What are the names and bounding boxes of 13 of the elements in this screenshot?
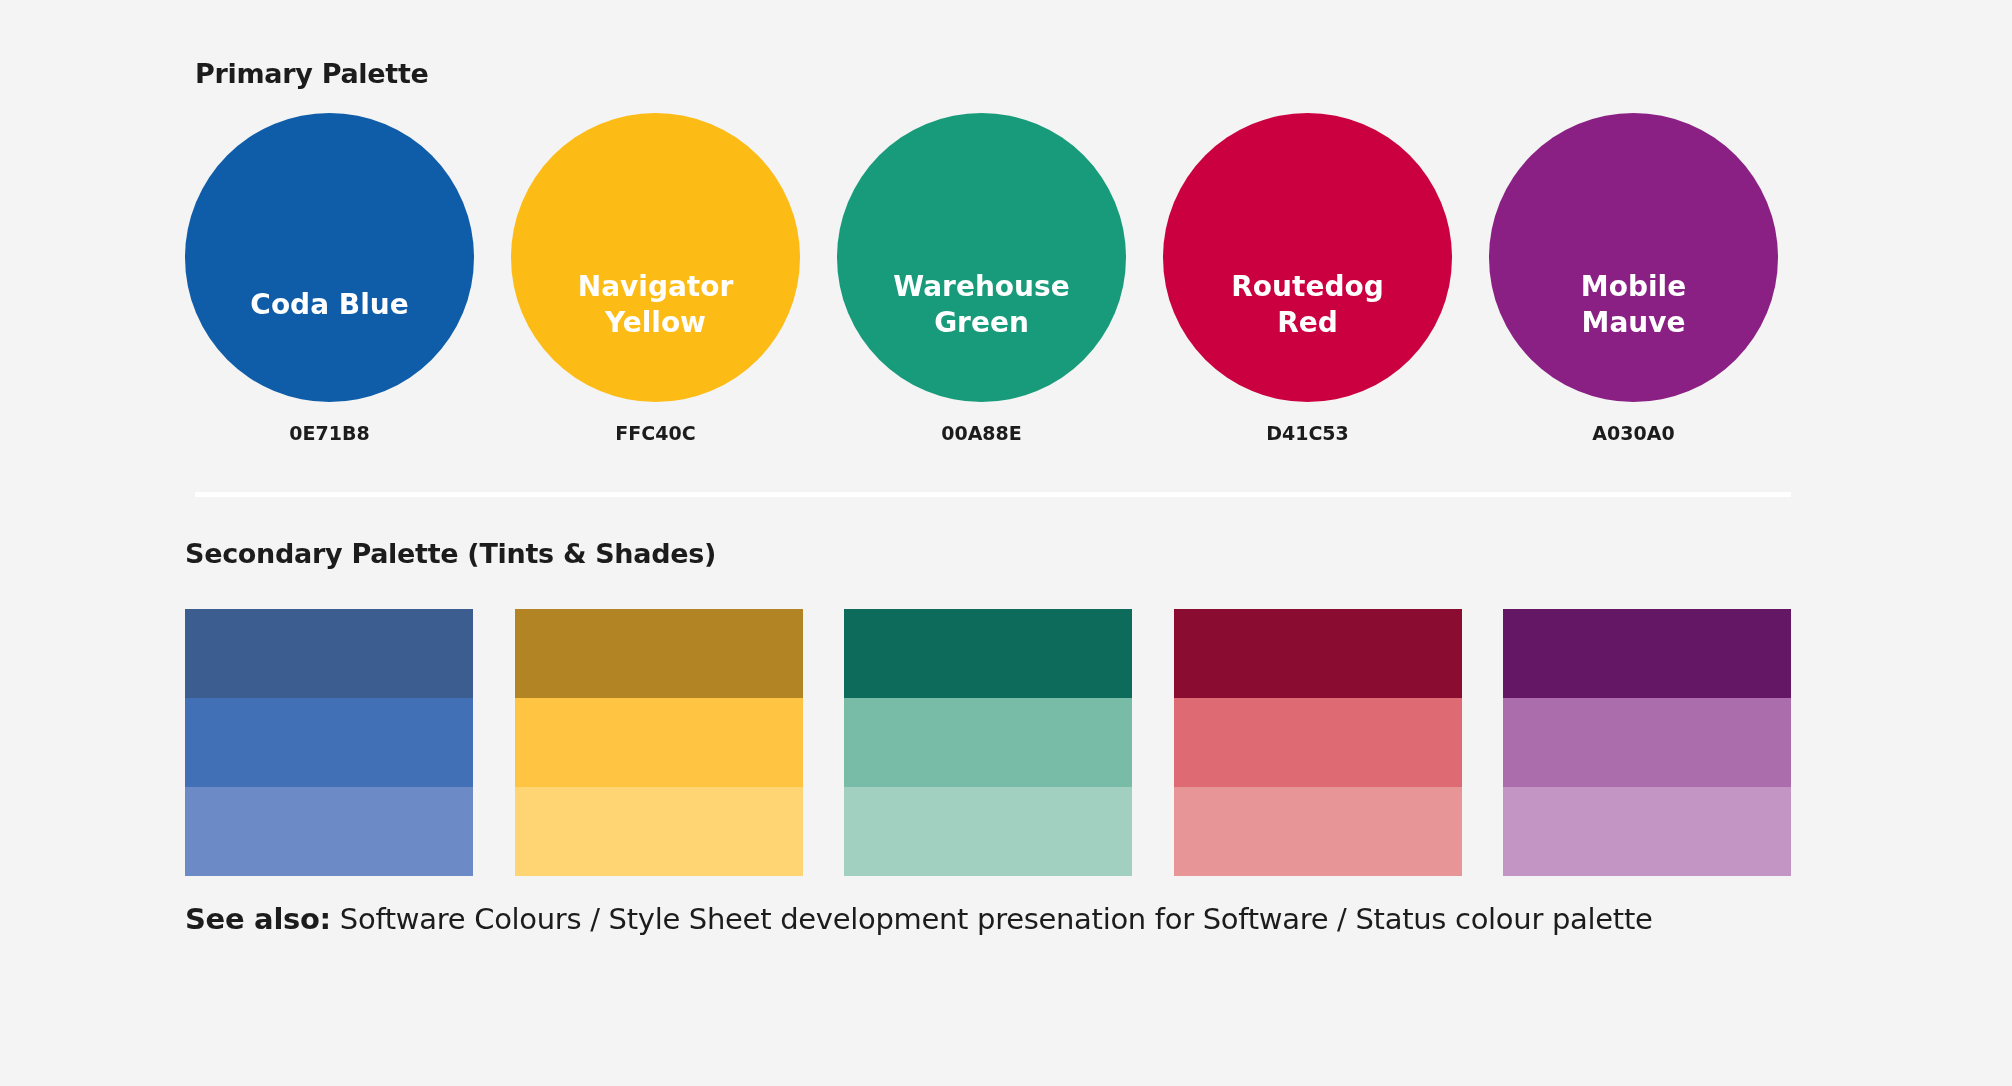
color-name: Routedog Red bbox=[1231, 268, 1384, 341]
hex-code: D41C53 bbox=[1266, 422, 1349, 444]
section-title: Secondary Palette (Tints & Shades) bbox=[185, 538, 718, 569]
color-name: Mobile Mauve bbox=[1580, 268, 1687, 341]
color-name: Warehouse Green bbox=[893, 268, 1070, 341]
see-also-text: See also: Software Colours / Style Sheet development presenation for Software / Status colour palette bbox=[185, 902, 1654, 936]
color-name: Coda Blue bbox=[250, 286, 409, 323]
color-name: Navigator Yellow bbox=[577, 268, 734, 341]
hex-code: FFC40C bbox=[615, 422, 696, 444]
section-title: Primary Palette bbox=[195, 58, 430, 89]
hex-code: 0E71B8 bbox=[289, 422, 370, 444]
hex-code: 00A88E bbox=[941, 422, 1022, 444]
hex-code: A030A0 bbox=[1592, 422, 1675, 444]
